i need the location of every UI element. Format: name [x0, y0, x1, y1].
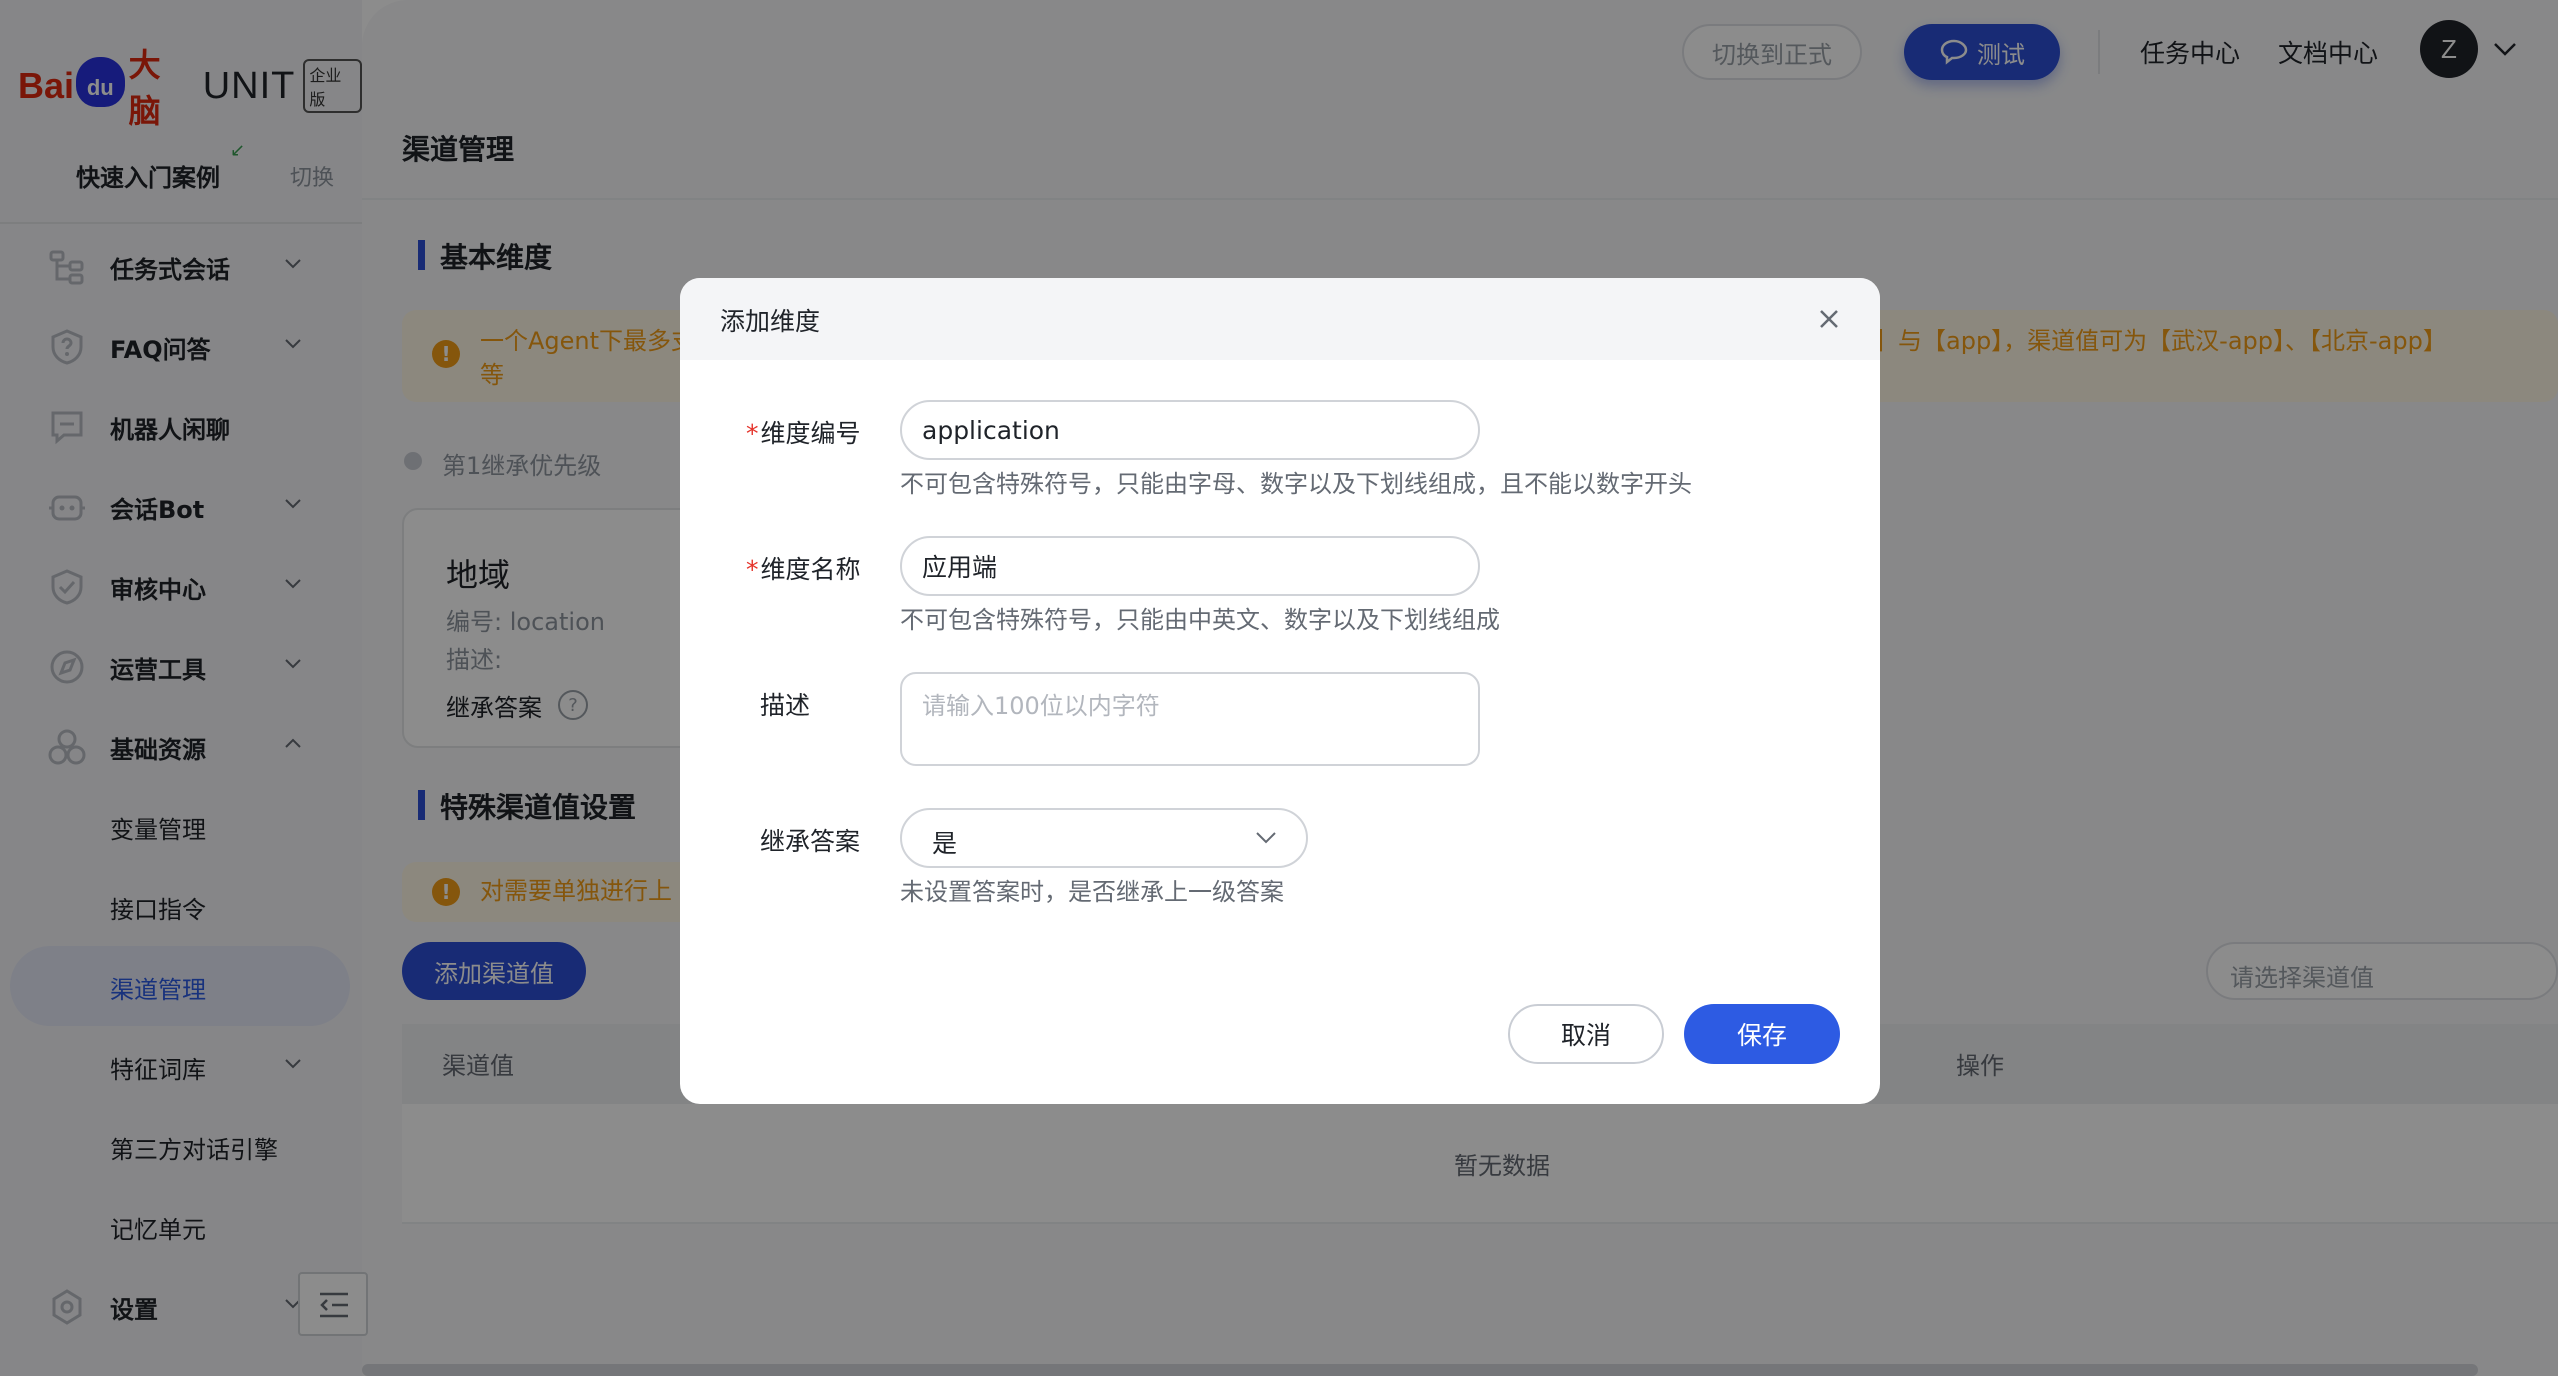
inherit-answer-select[interactable]: 是 — [900, 808, 1308, 868]
code-field-label: *维度编号 — [746, 419, 861, 448]
close-icon[interactable] — [1814, 304, 1844, 334]
required-mark: * — [746, 555, 759, 584]
inherit-selected-value: 是 — [932, 829, 958, 858]
desc-field-label: 描述 — [760, 691, 811, 720]
save-button[interactable]: 保存 — [1684, 1004, 1840, 1064]
chevron-down-icon — [1256, 832, 1276, 844]
dialog-header: 添加维度 — [680, 278, 1880, 360]
name-field-label: *维度名称 — [746, 555, 861, 584]
inherit-field-help: 未设置答案时，是否继承上一级答案 — [900, 878, 1284, 906]
dialog-title: 添加维度 — [720, 307, 821, 336]
required-mark: * — [746, 419, 759, 448]
dimension-code-input[interactable] — [900, 400, 1480, 460]
dimension-name-input[interactable] — [900, 536, 1480, 596]
name-field-help: 不可包含特殊符号，只能由中英文、数字以及下划线组成 — [900, 606, 1500, 634]
inherit-field-label: 继承答案 — [760, 827, 861, 856]
code-field-help: 不可包含特殊符号，只能由字母、数字以及下划线组成，且不能以数字开头 — [900, 470, 1692, 498]
cancel-button[interactable]: 取消 — [1508, 1004, 1664, 1064]
description-textarea[interactable] — [900, 672, 1480, 766]
add-dimension-dialog: 添加维度 *维度编号 不可包含特殊符号，只能由字母、数字以及下划线组成，且不能以… — [680, 278, 1880, 1104]
